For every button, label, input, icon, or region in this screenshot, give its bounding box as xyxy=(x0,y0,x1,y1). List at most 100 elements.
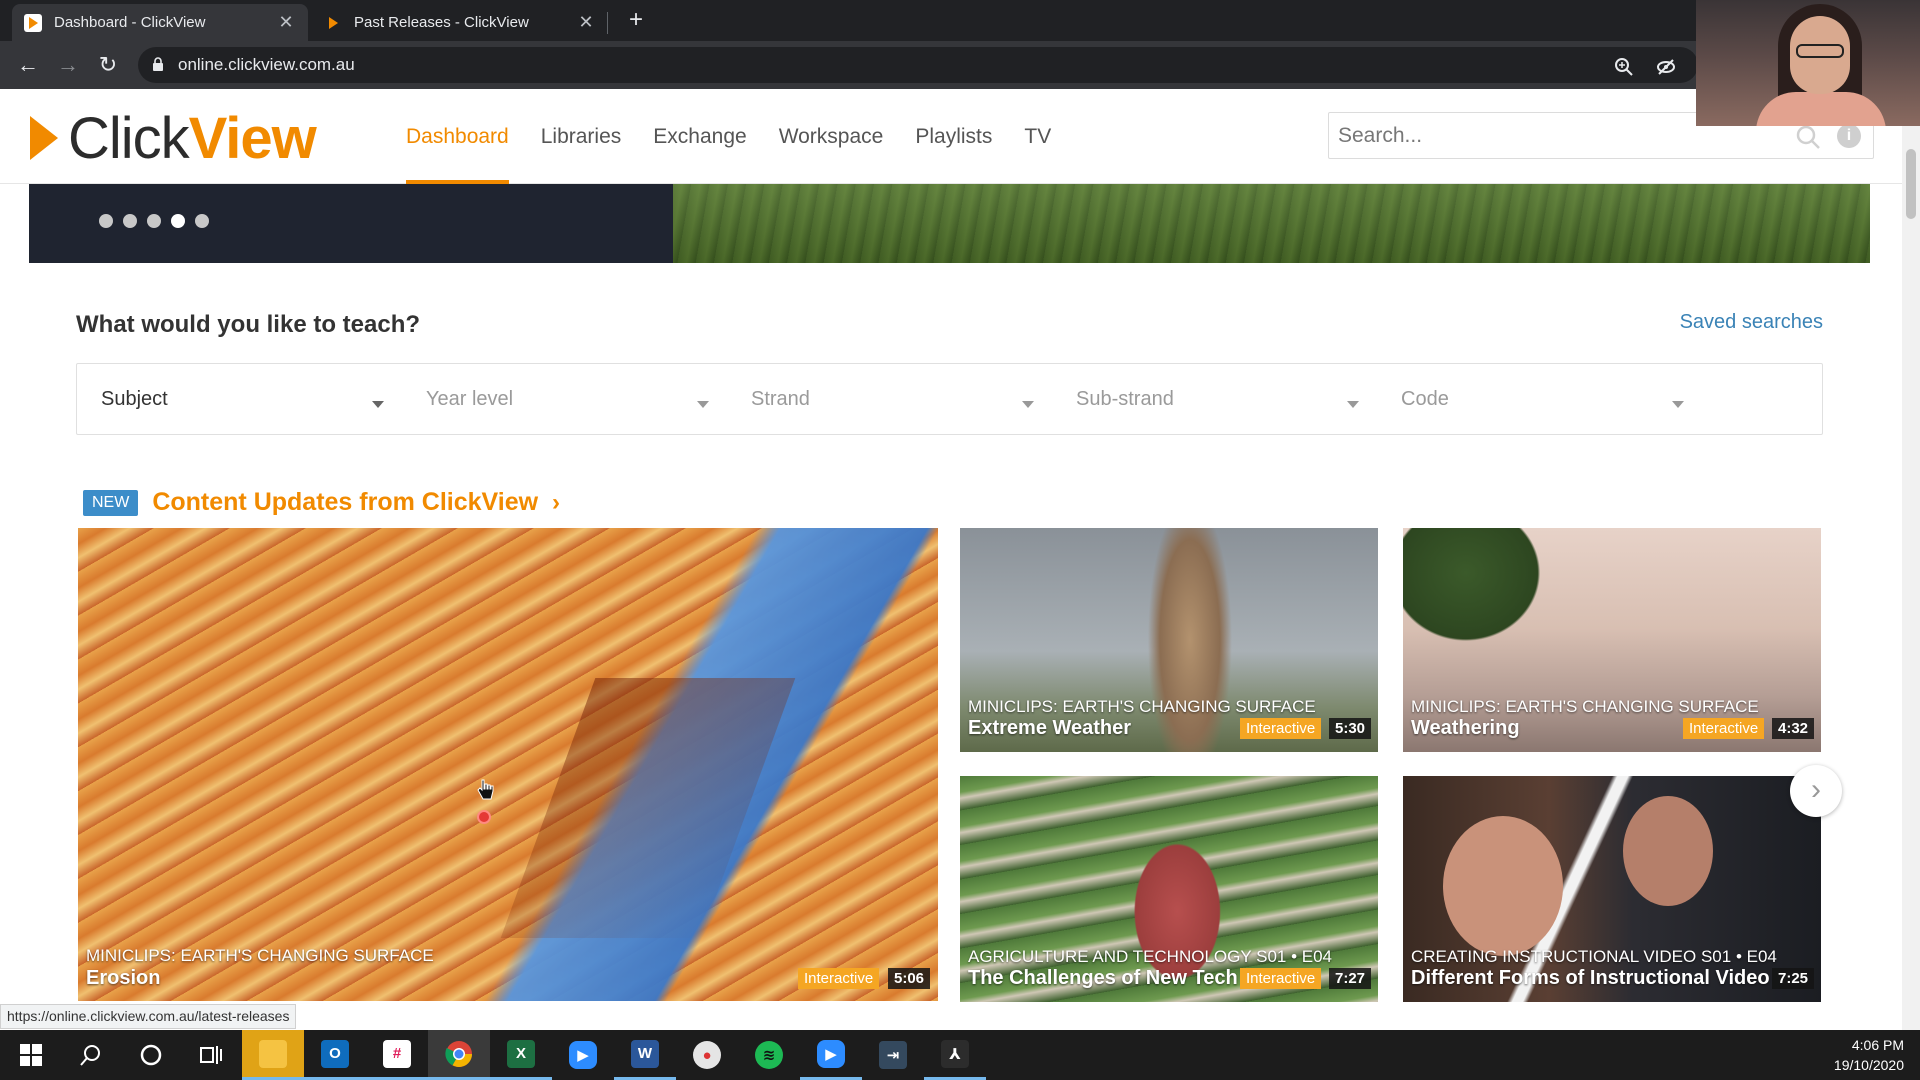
lock-icon xyxy=(153,57,163,71)
zoom-meeting-icon: ▶ xyxy=(817,1039,845,1068)
video-title: The Challenges of New Tech xyxy=(968,967,1238,989)
new-tab-button[interactable]: + xyxy=(622,6,650,34)
system-clock[interactable]: 4:06 PM 19/10/2020 xyxy=(1834,1035,1904,1075)
search-icon xyxy=(80,1045,100,1066)
video-series: MINICLIPS: EARTH'S CHANGING SURFACE xyxy=(1411,697,1759,716)
duration-badge: 4:32 xyxy=(1772,718,1815,739)
presenter-shirt xyxy=(1756,92,1886,126)
tab-separator xyxy=(607,12,608,34)
interactive-badge: Interactive xyxy=(1240,718,1322,739)
video-card-new-tech[interactable]: AGRICULTURE AND TECHNOLOGY S01 • E04 The… xyxy=(960,776,1378,1002)
video-series: AGRICULTURE AND TECHNOLOGY S01 • E04 xyxy=(968,947,1333,966)
taskbar-file-explorer[interactable] xyxy=(242,1030,304,1080)
clock-time: 4:06 PM xyxy=(1851,1037,1904,1053)
clickview-logo[interactable]: Click View xyxy=(30,106,317,171)
taskbar-word[interactable]: W xyxy=(614,1030,676,1080)
caret-down-icon xyxy=(1022,401,1034,408)
tab-dashboard[interactable]: Dashboard - ClickView ✕ xyxy=(12,4,308,41)
video-card-extreme-weather[interactable]: MINICLIPS: EARTH'S CHANGING SURFACE Extr… xyxy=(960,528,1378,752)
scrollbar-thumb[interactable] xyxy=(1906,149,1916,219)
carousel-dot[interactable] xyxy=(195,214,209,228)
page-scrollbar[interactable] xyxy=(1902,89,1920,1030)
sub-strand-dropdown[interactable]: Sub-strand xyxy=(1052,363,1377,435)
reload-icon[interactable]: ↻ xyxy=(96,53,120,77)
word-icon: W xyxy=(631,1039,659,1068)
chrome-icon xyxy=(445,1040,473,1067)
video-title: Different Forms of Instructional Video xyxy=(1411,967,1770,989)
duration-badge: 5:30 xyxy=(1329,718,1372,739)
folder-icon xyxy=(259,1039,287,1068)
thumbnail-face xyxy=(1443,816,1563,956)
taskbar-zoom[interactable]: ▶ xyxy=(552,1030,614,1080)
link-status-bar: https://online.clickview.com.au/latest-r… xyxy=(0,1004,297,1029)
tracking-blocked-eye-icon[interactable] xyxy=(1656,57,1676,77)
carousel-dots xyxy=(99,214,219,228)
video-card-erosion[interactable]: MINICLIPS: EARTH'S CHANGING SURFACE Eros… xyxy=(78,528,938,1001)
info-icon[interactable]: i xyxy=(1837,124,1861,148)
acrobat-icon: ⅄ xyxy=(941,1039,969,1068)
code-dropdown[interactable]: Code xyxy=(1377,363,1702,435)
saved-searches-link[interactable]: Saved searches xyxy=(1680,311,1823,334)
clock-date: 19/10/2020 xyxy=(1833,1057,1904,1073)
task-view-button[interactable] xyxy=(180,1030,242,1080)
dropdown-label: Year level xyxy=(426,387,514,410)
taskbar-excel[interactable]: X xyxy=(490,1030,552,1080)
nav-tv[interactable]: TV xyxy=(1024,89,1051,184)
zoom-icon[interactable] xyxy=(1614,57,1634,77)
logo-play-icon xyxy=(30,116,58,160)
nav-workspace[interactable]: Workspace xyxy=(779,89,884,184)
cortana-circle-icon xyxy=(140,1044,162,1066)
search-icon[interactable] xyxy=(1795,124,1821,150)
strand-dropdown[interactable]: Strand xyxy=(727,363,1052,435)
nav-exchange[interactable]: Exchange xyxy=(653,89,746,184)
outlook-icon: O xyxy=(321,1039,349,1068)
taskbar-zoom-meeting[interactable]: ▶ xyxy=(800,1030,862,1080)
back-arrow-icon[interactable]: ← xyxy=(16,53,40,77)
video-card-weathering[interactable]: MINICLIPS: EARTH'S CHANGING SURFACE Weat… xyxy=(1403,528,1821,752)
chevron-right-icon[interactable]: › xyxy=(552,489,560,517)
taskbar-outlook[interactable]: O xyxy=(304,1030,366,1080)
video-series: CREATING INSTRUCTIONAL VIDEO S01 • E04 xyxy=(1411,947,1777,966)
carousel-dot-active[interactable] xyxy=(171,214,185,228)
nav-libraries[interactable]: Libraries xyxy=(541,89,622,184)
year-level-dropdown[interactable]: Year level xyxy=(402,363,727,435)
taskbar-chrome[interactable] xyxy=(428,1030,490,1080)
search-placeholder: Search... xyxy=(1338,123,1423,147)
hero-banner[interactable] xyxy=(29,184,1870,263)
taskbar-search-button[interactable] xyxy=(60,1030,122,1080)
carousel-dot[interactable] xyxy=(123,214,137,228)
start-button[interactable] xyxy=(0,1030,62,1080)
windows-taskbar: O # X ▶ W ● ≋ ▶ ⇥ ⅄ 4:06 PM 19/10/2020 xyxy=(0,1030,1920,1080)
carousel-dot[interactable] xyxy=(99,214,113,228)
taskbar-app[interactable]: ⇥ xyxy=(862,1030,924,1080)
interactive-badge: Interactive xyxy=(798,968,880,989)
video-card-instructional-video[interactable]: CREATING INSTRUCTIONAL VIDEO S01 • E04 D… xyxy=(1403,776,1821,1002)
forward-arrow-icon[interactable]: → xyxy=(56,53,80,77)
presenter-glasses xyxy=(1796,44,1844,58)
duration-badge: 7:25 xyxy=(1772,968,1815,989)
taskbar-spotify[interactable]: ≋ xyxy=(738,1030,800,1080)
nav-playlists[interactable]: Playlists xyxy=(915,89,992,184)
cortana-button[interactable] xyxy=(120,1030,182,1080)
browser-tab-strip: Dashboard - ClickView ✕ Past Releases - … xyxy=(0,0,1920,41)
close-icon[interactable]: ✕ xyxy=(276,12,296,33)
nav-dashboard[interactable]: Dashboard xyxy=(406,89,509,184)
teach-heading: What would you like to teach? xyxy=(76,311,421,338)
taskbar-acrobat[interactable]: ⅄ xyxy=(924,1030,986,1080)
carousel-next-button[interactable]: › xyxy=(1790,765,1842,817)
address-bar[interactable]: online.clickview.com.au xyxy=(138,47,1698,83)
tab-title: Past Releases - ClickView xyxy=(354,14,529,31)
dropdown-label: Strand xyxy=(751,387,810,410)
content-updates-title[interactable]: Content Updates from ClickView xyxy=(152,488,538,517)
click-indicator-icon xyxy=(477,810,491,824)
subject-dropdown[interactable]: Subject xyxy=(77,363,402,435)
close-icon[interactable]: ✕ xyxy=(576,12,596,33)
taskbar-slack[interactable]: # xyxy=(366,1030,428,1080)
video-series: MINICLIPS: EARTH'S CHANGING SURFACE xyxy=(86,946,434,965)
carousel-dot[interactable] xyxy=(147,214,161,228)
taskbar-paint-app[interactable]: ● xyxy=(676,1030,738,1080)
caret-down-icon xyxy=(372,401,384,408)
content-updates-heading[interactable]: NEW Content Updates from ClickView › xyxy=(83,488,560,517)
app-arrow-icon: ⇥ xyxy=(879,1041,907,1069)
tab-past-releases[interactable]: Past Releases - ClickView ✕ xyxy=(312,4,608,41)
